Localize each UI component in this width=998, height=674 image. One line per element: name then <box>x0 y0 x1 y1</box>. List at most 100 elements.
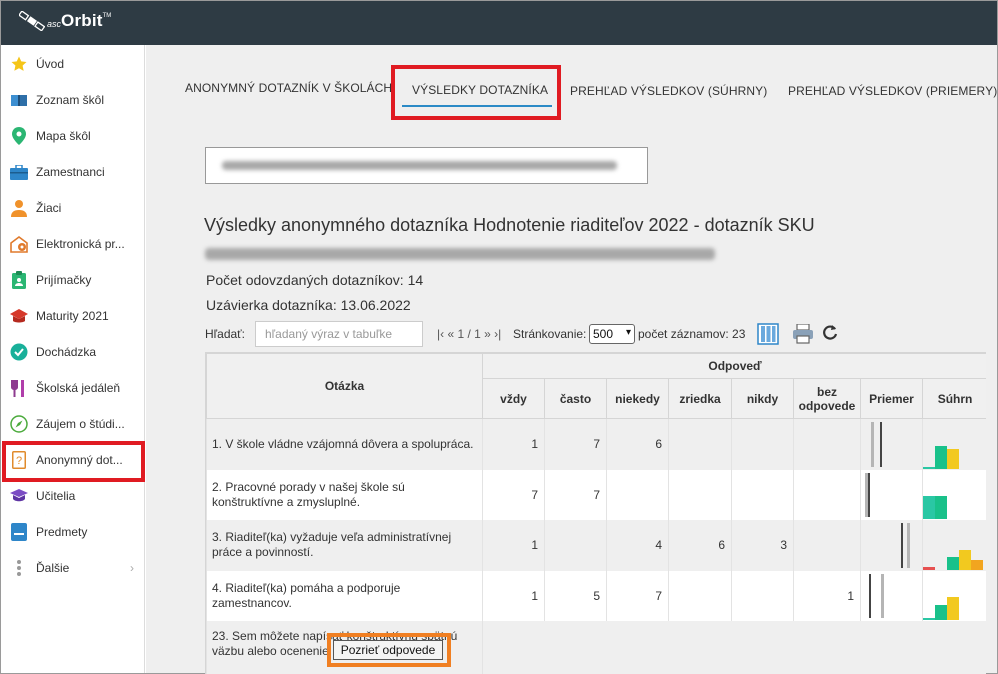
sidebar-item-label: Dochádzka <box>36 345 97 359</box>
columns-icon[interactable] <box>757 323 779 350</box>
sidebar-item-zoznam-skol[interactable]: Zoznam škôl <box>1 82 144 118</box>
sidebar-item-ucitelia[interactable]: Učitelia <box>1 478 144 514</box>
page-title: Výsledky anonymného dotazníka Hodnotenie… <box>204 215 815 235</box>
tab-prehlad-priemery[interactable]: PREHĽAD VÝSLEDKOV (PRIEMERY) <box>788 84 997 98</box>
count-bez-odpovede <box>793 469 861 520</box>
sidebar-item-prijimacky[interactable]: Prijímačky <box>1 262 144 298</box>
compass-icon <box>10 415 28 433</box>
count-vzdy: 1 <box>482 519 545 571</box>
summary-bars <box>921 519 986 571</box>
table-row: 4. Riaditeľ(ka) pomáha a podporuje zames… <box>206 570 986 621</box>
logo-big-text: Orbit <box>61 11 103 30</box>
chevron-right-icon: › <box>130 561 134 575</box>
sidebar-item-label: Maturity 2021 <box>36 309 109 323</box>
sidebar-item-zamestnanci[interactable]: Zamestnanci <box>1 154 144 190</box>
pager[interactable]: |‹ « 1 / 1 » ›| <box>437 327 501 341</box>
print-icon[interactable] <box>792 323 814 349</box>
table-row: 1. V škole vládne vzájomná dôvera a spol… <box>206 418 986 470</box>
teacher-icon <box>10 487 28 505</box>
column-header-otazka[interactable]: Otázka <box>206 353 483 419</box>
column-header-vzdy[interactable]: vždy <box>482 378 545 419</box>
column-header-suhrn[interactable]: Súhrn <box>921 378 986 419</box>
column-header-nikdy[interactable]: nikdy <box>731 378 794 419</box>
average-marker <box>860 519 923 571</box>
sidebar-item-jedalen[interactable]: Školská jedáleň <box>1 370 144 406</box>
subject-icon <box>10 523 28 541</box>
count-nikdy <box>731 469 794 520</box>
count-casto: 5 <box>544 570 607 621</box>
table-row: 23. Sem môžete napísať konštruktívnu spä… <box>206 620 986 674</box>
page-size-value: 500 <box>593 327 614 341</box>
column-header-niekedy[interactable]: niekedy <box>606 378 669 419</box>
sidebar-item-zaujem[interactable]: Záujem o štúdi... <box>1 406 144 442</box>
more-dots-icon <box>10 559 28 577</box>
sidebar-item-label: Ďalšie <box>36 561 70 575</box>
school-select-box[interactable] <box>205 147 648 184</box>
count-bez-odpovede: 1 <box>793 570 861 621</box>
sidebar-item-label: Úvod <box>36 57 65 71</box>
logo-small-text: asc <box>47 19 62 29</box>
answers-cell <box>481 620 986 674</box>
summary-bars <box>921 570 986 621</box>
sidebar: Úvod Zoznam škôl Mapa škôl Zamestnanci Ž… <box>1 45 145 673</box>
map-pin-icon <box>10 127 28 145</box>
count-vzdy: 1 <box>482 418 545 470</box>
column-header-priemer[interactable]: Priemer <box>860 378 923 419</box>
clipboard-icon <box>10 271 28 289</box>
column-header-zriedka[interactable]: zriedka <box>668 378 732 419</box>
sidebar-item-label: Žiaci <box>36 201 62 215</box>
count-bez-odpovede <box>793 418 861 470</box>
sidebar-item-predmety[interactable]: Predmety <box>1 514 144 550</box>
logo-trademark: TM <box>102 13 112 19</box>
sidebar-item-maturity[interactable]: Maturity 2021 <box>1 298 144 334</box>
count-casto: 7 <box>544 469 607 520</box>
count-zriedka: 6 <box>668 519 732 571</box>
highlight-view-answers <box>327 633 451 667</box>
count-zriedka <box>668 469 732 520</box>
tab-anonymny-dotaznik[interactable]: ANONYMNÝ DOTAZNÍK V ŠKOLÁCH <box>185 81 392 95</box>
count-zriedka <box>668 418 732 470</box>
briefcase-icon <box>10 163 28 181</box>
table-row: 3. Riaditeľ(ka) vyžaduje veľa administra… <box>206 519 986 571</box>
question-text: 1. V škole vládne vzájomná dôvera a spol… <box>206 418 483 470</box>
sidebar-item-dochadzka[interactable]: Dochádzka <box>1 334 144 370</box>
count-vzdy: 7 <box>482 469 545 520</box>
count-niekedy: 4 <box>606 519 669 571</box>
sidebar-item-mapa-skol[interactable]: Mapa škôl <box>1 118 144 154</box>
refresh-icon[interactable] <box>822 323 838 346</box>
building-icon <box>10 235 28 253</box>
highlight-tab-vysledky <box>391 65 561 120</box>
sidebar-item-label: Školská jedáleň <box>36 381 121 395</box>
redacted-school-subtitle <box>205 248 715 260</box>
column-header-casto[interactable]: často <box>544 378 607 419</box>
top-bar: asc Orbit TM <box>1 1 997 45</box>
check-badge-icon <box>10 343 28 361</box>
count-vzdy: 1 <box>482 570 545 621</box>
summary-bars <box>921 469 986 520</box>
count-niekedy: 6 <box>606 418 669 470</box>
count-bez-odpovede <box>793 519 861 571</box>
average-marker <box>860 570 923 621</box>
sidebar-item-uvod[interactable]: Úvod <box>1 46 144 82</box>
page-size-select[interactable]: 500 ▾ <box>589 324 635 344</box>
sidebar-item-label: Mapa škôl <box>36 129 91 143</box>
column-header-bez-odpovede[interactable]: bez odpovede <box>793 378 861 419</box>
submitted-count: Počet odovzdaných dotazníkov: 14 <box>206 272 424 288</box>
tab-prehlad-suhrny[interactable]: PREHĽAD VÝSLEDKOV (SÚHRNY) <box>570 84 767 98</box>
search-input[interactable] <box>255 321 423 347</box>
count-casto <box>544 519 607 571</box>
star-icon <box>10 55 28 73</box>
sidebar-item-label: Prijímačky <box>36 273 92 287</box>
graduation-cap-icon <box>10 307 28 325</box>
sidebar-item-elektronicka[interactable]: Elektronická pr... <box>1 226 144 262</box>
summary-bars <box>921 418 986 470</box>
count-nikdy: 3 <box>731 519 794 571</box>
count-niekedy <box>606 469 669 520</box>
group-header-odpoved: Odpoveď <box>481 353 986 379</box>
sidebar-item-ziaci[interactable]: Žiaci <box>1 190 144 226</box>
sidebar-item-dalsie[interactable]: Ďalšie › <box>1 550 144 586</box>
average-marker <box>860 418 923 470</box>
redacted-school-name <box>222 161 617 170</box>
satellite-icon <box>18 10 46 32</box>
asc-orbit-logo[interactable]: asc Orbit TM <box>18 10 112 32</box>
